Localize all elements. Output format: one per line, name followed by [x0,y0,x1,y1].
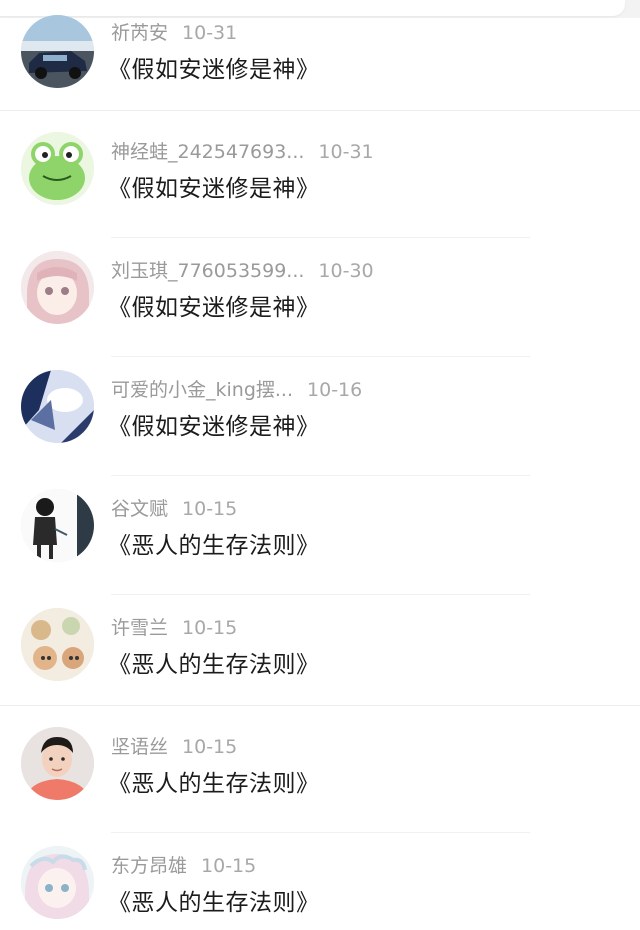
comment-page: 祈芮安 10-31 《假如安迷修是神》 神经蛙_242547693... 10-… [0,0,640,930]
comment-row[interactable]: 谷文赋 10-15 《恶人的生存法则》 [0,476,640,595]
comment-date: 10-16 [307,379,363,401]
comment-text: 《恶人的生存法则》 [108,533,320,559]
comment-text: 《假如安迷修是神》 [108,176,320,202]
comment-date: 10-15 [182,617,238,639]
comment-meta: 可爱的小金_king摆... 10-16 [111,375,362,405]
pastel-girl-avatar[interactable] [21,846,94,919]
username[interactable]: 可爱的小金_king摆... [111,379,293,401]
comment-row[interactable]: 许雪兰 10-15 《恶人的生存法则》 [0,595,640,714]
comment-row[interactable]: 可爱的小金_king摆... 10-16 《假如安迷修是神》 [0,357,640,476]
comment-date: 10-15 [182,736,238,758]
comment-date: 10-31 [182,22,238,44]
section-divider [0,705,640,706]
comment-text: 《恶人的生存法则》 [108,890,320,916]
comment-row[interactable]: 神经蛙_242547693... 10-31 《假如安迷修是神》 [0,119,640,238]
username[interactable]: 许雪兰 [111,617,168,639]
section-divider [0,110,640,111]
comment-meta: 刘玉琪_776053599... 10-30 [111,256,374,286]
blue-sky-avatar[interactable] [21,370,94,443]
username[interactable]: 坚语丝 [111,736,168,758]
comment-date: 10-30 [318,260,374,282]
comment-meta: 坚语丝 10-15 [111,732,237,762]
green-frog-avatar[interactable] [21,132,94,205]
comment-meta: 谷文赋 10-15 [111,494,237,524]
comment-row[interactable]: 坚语丝 10-15 《恶人的生存法则》 [0,714,640,833]
username[interactable]: 东方昂雄 [111,855,187,877]
username[interactable]: 祈芮安 [111,22,168,44]
comment-row[interactable]: 东方昂雄 10-15 《恶人的生存法则》 [0,833,640,930]
comment-text: 《假如安迷修是神》 [108,295,320,321]
comment-text: 《恶人的生存法则》 [108,771,320,797]
comment-date: 10-15 [182,498,238,520]
username[interactable]: 谷文赋 [111,498,168,520]
comment-meta: 神经蛙_242547693... 10-31 [111,137,374,167]
car-photo-avatar[interactable] [21,15,94,88]
comment-row[interactable]: 祈芮安 10-31 《假如安迷修是神》 [0,0,640,119]
username[interactable]: 刘玉琪_776053599... [111,260,304,282]
comment-date: 10-31 [318,141,374,163]
man-portrait-avatar[interactable] [21,727,94,800]
comment-meta: 东方昂雄 10-15 [111,851,256,881]
username[interactable]: 神经蛙_242547693... [111,141,304,163]
cartoon-animals-avatar[interactable] [21,608,94,681]
comment-text: 《假如安迷修是神》 [108,414,320,440]
comment-meta: 祈芮安 10-31 [111,18,237,48]
comment-date: 10-15 [201,855,257,877]
comment-text: 《假如安迷修是神》 [108,57,320,83]
comment-row[interactable]: 刘玉琪_776053599... 10-30 《假如安迷修是神》 [0,238,640,357]
comment-meta: 许雪兰 10-15 [111,613,237,643]
comment-text: 《恶人的生存法则》 [108,652,320,678]
sketch-figure-avatar[interactable] [21,489,94,562]
anime-girl-avatar[interactable] [21,251,94,324]
